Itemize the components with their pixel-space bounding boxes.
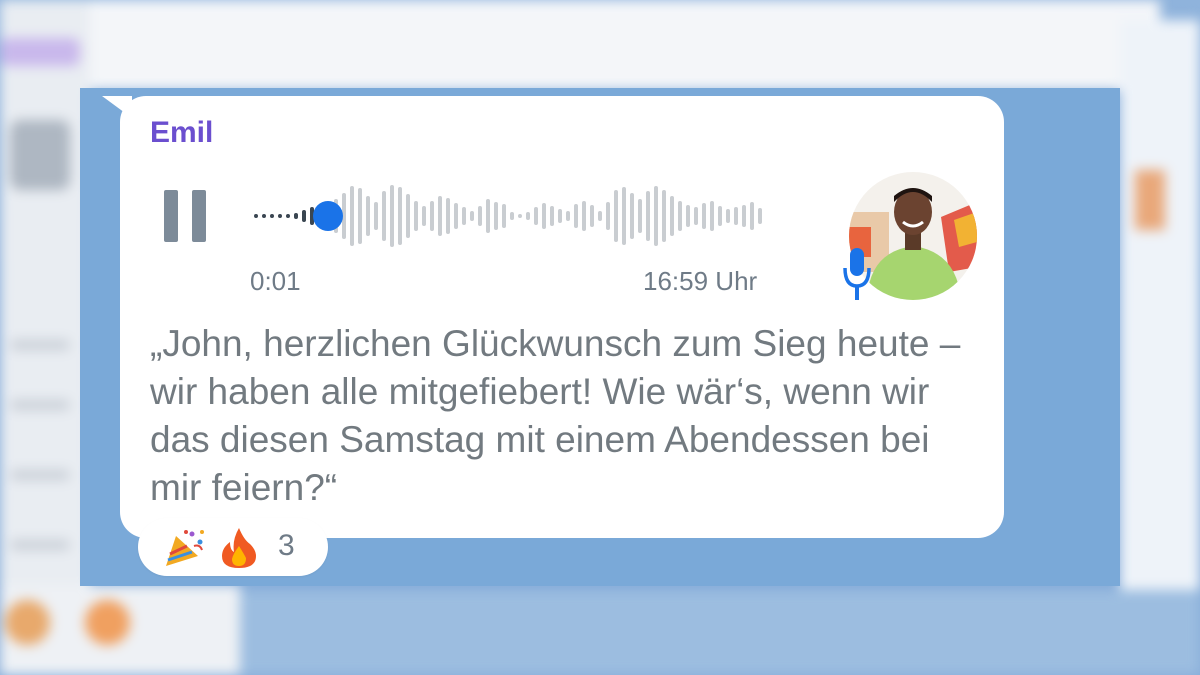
background-right-avatar <box>1135 170 1165 230</box>
waveform-bar <box>726 209 730 223</box>
waveform-bar <box>646 191 650 241</box>
background-line <box>10 400 70 410</box>
reaction-count: 3 <box>278 529 295 562</box>
waveform-bar <box>750 202 754 230</box>
background-sidebar <box>0 0 90 600</box>
waveform-bar <box>398 187 402 245</box>
waveform-bar <box>510 212 514 220</box>
waveform-bar <box>430 201 434 231</box>
fire-icon[interactable] <box>218 526 260 570</box>
waveform-bar <box>710 201 714 231</box>
waveform-bar <box>598 211 602 221</box>
waveform-bar <box>302 210 306 222</box>
sender-name[interactable]: Emil <box>150 116 213 150</box>
waveform-bar <box>374 202 378 230</box>
waveform-bar <box>454 203 458 229</box>
audio-elapsed-time: 0:01 <box>250 266 301 296</box>
waveform-bar <box>574 204 578 228</box>
waveform-bar <box>662 190 666 242</box>
background-reaction <box>85 600 130 645</box>
waveform-bar <box>390 185 394 247</box>
waveform-bar <box>630 193 634 239</box>
background-header <box>0 0 1160 90</box>
waveform-bar <box>614 190 618 242</box>
waveform-bar <box>366 196 370 236</box>
voice-message-bubble[interactable]: Emil 0:01 16:59 Uhr „John, herzlichen Gl… <box>120 96 1004 538</box>
waveform-bar <box>534 207 538 225</box>
background-reaction <box>5 600 50 645</box>
waveform-bar <box>622 187 626 245</box>
chat-panel: Emil 0:01 16:59 Uhr „John, herzlichen Gl… <box>80 88 1120 586</box>
waveform-bar <box>678 201 682 231</box>
waveform-bar <box>654 186 658 246</box>
microphone-icon <box>843 248 871 300</box>
waveform-bar <box>446 198 450 234</box>
background-line <box>10 470 70 480</box>
waveform-bar <box>470 211 474 221</box>
waveform-bar <box>526 212 530 220</box>
background-line <box>10 540 70 550</box>
waveform-bar <box>278 214 282 218</box>
party-popper-icon[interactable] <box>162 528 206 568</box>
background-right-panel <box>1120 20 1200 590</box>
waveform-bar <box>414 201 418 231</box>
waveform-bar <box>542 203 546 229</box>
waveform-bar <box>734 207 738 225</box>
audio-waveform[interactable] <box>252 176 782 256</box>
waveform-bar <box>670 196 674 236</box>
waveform-bar <box>694 207 698 225</box>
reactions-bar[interactable]: 3 <box>138 518 328 576</box>
waveform-bar <box>518 214 522 218</box>
waveform-bar <box>462 207 466 225</box>
waveform-bar <box>382 191 386 241</box>
waveform-bar <box>262 214 266 218</box>
waveform-bar <box>702 203 706 229</box>
waveform-bar <box>478 206 482 226</box>
waveform-scrubber[interactable] <box>313 201 343 231</box>
waveform-bar <box>254 214 258 218</box>
waveform-bar <box>582 201 586 231</box>
waveform-bar <box>590 205 594 227</box>
pause-button[interactable] <box>164 190 208 242</box>
waveform-bar <box>486 199 490 233</box>
waveform-bar <box>294 213 298 219</box>
background-line <box>10 340 70 350</box>
waveform-bar <box>422 206 426 226</box>
waveform-bar <box>550 206 554 226</box>
waveform-bar <box>606 202 610 230</box>
waveform-bar <box>502 204 506 228</box>
waveform-bar <box>686 205 690 227</box>
waveform-bar <box>350 186 354 246</box>
waveform-bar <box>270 214 274 218</box>
waveform-bar <box>358 188 362 244</box>
background-avatar <box>10 120 70 190</box>
message-timestamp: 16:59 Uhr <box>643 266 758 296</box>
waveform-bar <box>494 202 498 230</box>
waveform-bar <box>438 196 442 236</box>
waveform-bar <box>566 211 570 221</box>
waveform-bar <box>742 205 746 227</box>
waveform-bar <box>758 208 762 224</box>
waveform-bar <box>558 209 562 223</box>
waveform-bar <box>406 194 410 238</box>
waveform-bar <box>718 206 722 226</box>
waveform-bar <box>638 199 642 233</box>
waveform-bar <box>286 214 290 218</box>
voice-transcript: „John, herzlichen Glückwunsch zum Sieg h… <box>150 323 961 508</box>
background-badge <box>0 38 80 66</box>
pause-icon-bar <box>164 190 178 242</box>
pause-icon-bar <box>192 190 206 242</box>
